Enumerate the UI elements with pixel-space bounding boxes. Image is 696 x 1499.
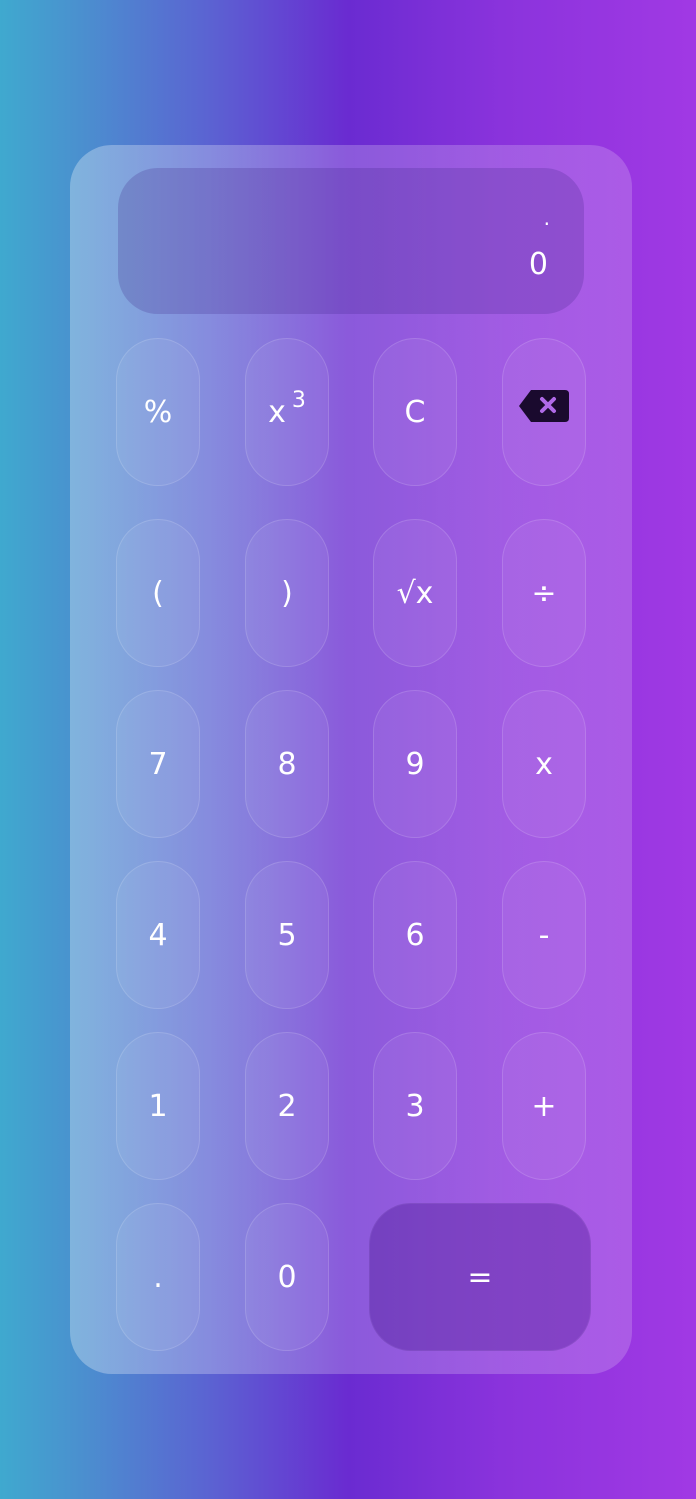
divide-button[interactable]: ÷ [502,519,586,667]
equals-button[interactable]: = [369,1203,591,1351]
three-button[interactable]: 3 [373,1032,457,1180]
cube-button[interactable]: x3 [245,338,329,486]
sqrt-button[interactable]: √x [373,519,457,667]
clear-button[interactable]: C [373,338,457,486]
four-button[interactable]: 4 [116,861,200,1009]
cube-exponent-label: 3 [291,387,306,413]
seven-button[interactable]: 7 [116,690,200,838]
zero-button[interactable]: 0 [245,1203,329,1351]
backspace-icon [519,390,569,422]
display-expression: . [543,206,550,230]
five-button[interactable]: 5 [245,861,329,1009]
backspace-button[interactable] [502,338,586,486]
multiply-button[interactable]: x [502,690,586,838]
calculator-display: . 0 [118,168,584,314]
open-paren-button[interactable]: ( [116,519,200,667]
calculator-panel: . 0 % x3 C ( ) √x ÷ 7 8 9 x 4 5 6 - 1 2 … [70,145,632,1374]
two-button[interactable]: 2 [245,1032,329,1180]
close-paren-button[interactable]: ) [245,519,329,667]
cube-base-label: x [268,394,286,430]
one-button[interactable]: 1 [116,1032,200,1180]
minus-button[interactable]: - [502,861,586,1009]
six-button[interactable]: 6 [373,861,457,1009]
display-result: 0 [528,247,548,282]
percent-button[interactable]: % [116,338,200,486]
decimal-button[interactable]: . [116,1203,200,1351]
plus-button[interactable]: + [502,1032,586,1180]
nine-button[interactable]: 9 [373,690,457,838]
eight-button[interactable]: 8 [245,690,329,838]
